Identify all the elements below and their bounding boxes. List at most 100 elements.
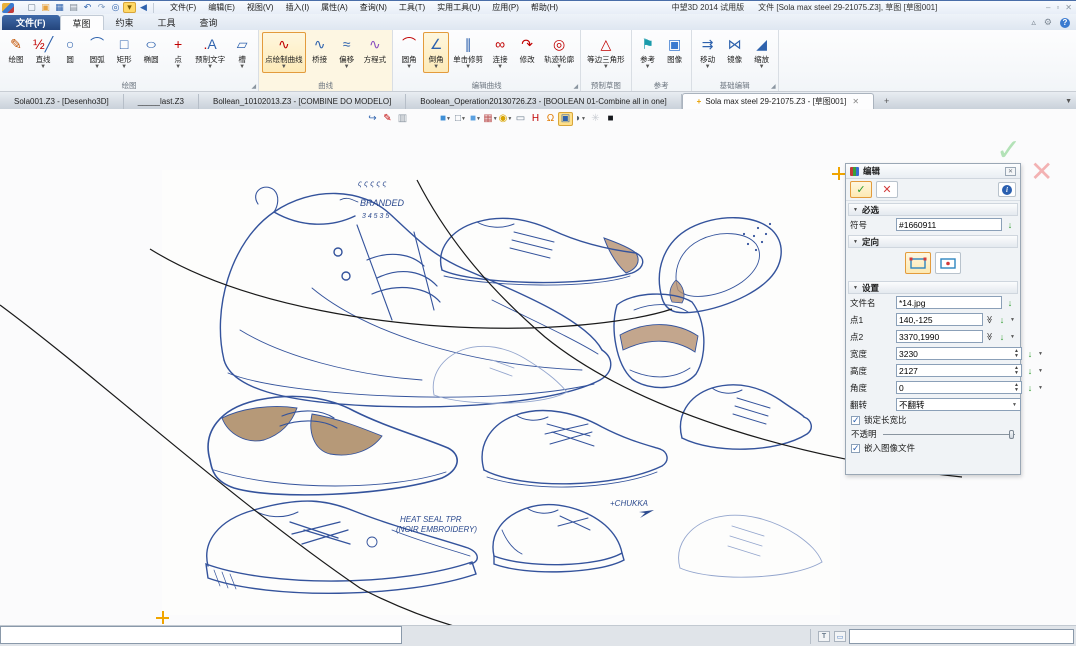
ribbon-button-equilateral-triangle[interactable]: △等边三角形▼ xyxy=(584,32,628,73)
minimize-button[interactable]: – xyxy=(1046,3,1050,12)
menu-item-2[interactable]: 视图(V) xyxy=(242,1,279,14)
symbol-input[interactable] xyxy=(896,218,1002,231)
collapse-left-button[interactable]: ◀ xyxy=(137,2,150,14)
ribbon-button-arc[interactable]: ⌒圆弧▼ xyxy=(84,32,110,73)
status-input[interactable] xyxy=(849,629,1074,644)
ribbon-button-fillet[interactable]: ⌒圆角▼ xyxy=(396,32,422,73)
print-button[interactable]: ▤ xyxy=(67,2,80,14)
cancel-x-icon[interactable]: ✕ xyxy=(1030,155,1053,188)
window-prompt-icon[interactable]: ▭ xyxy=(834,631,846,642)
document-tab-1[interactable]: _____last.Z3 xyxy=(124,94,199,109)
opacity-slider[interactable] xyxy=(883,434,1015,435)
close-button[interactable]: ✕ xyxy=(1065,3,1072,12)
expand-chevron-icon[interactable]: ≫ xyxy=(985,315,994,324)
h-beam-button[interactable]: H xyxy=(528,112,543,126)
ribbon-button-chamfer[interactable]: ∠倒角▼ xyxy=(423,32,449,73)
grid-display-button[interactable]: ▦▼ xyxy=(483,112,498,126)
collapse-ribbon-icon[interactable]: ▵ xyxy=(1031,17,1036,28)
background-swatch-button[interactable]: ■ xyxy=(603,112,618,126)
section-required[interactable]: ▼ 必选 xyxy=(848,203,1018,216)
panel-close-icon[interactable]: ✕ xyxy=(1005,167,1016,176)
lock-aspect-checkbox[interactable] xyxy=(851,416,860,425)
pick-value-icon[interactable]: ↓ xyxy=(996,315,1008,325)
orient-corner-points-button[interactable] xyxy=(905,252,931,274)
document-tab-4[interactable]: +Sola max steel 29-21075.Z3 - [草图001]✕ xyxy=(682,93,874,109)
menu-item-9[interactable]: 帮助(H) xyxy=(526,1,563,14)
menu-item-6[interactable]: 工具(T) xyxy=(394,1,430,14)
menu-item-8[interactable]: 应用(P) xyxy=(487,1,524,14)
ribbon-button-image[interactable]: ▣图像 xyxy=(662,32,688,73)
dropdown-caret-icon[interactable]: ▼ xyxy=(1038,351,1044,357)
dropdown-caret-icon[interactable]: ▼ xyxy=(1010,334,1016,340)
ribbon-button-modify[interactable]: ↷修改 xyxy=(514,32,540,73)
expand-chevron-icon[interactable]: ≫ xyxy=(985,332,994,341)
cancel-button[interactable]: ✕ xyxy=(876,181,898,198)
shell-display-button[interactable]: ◗▼ xyxy=(573,112,588,126)
curve-endpoint-marker[interactable] xyxy=(156,611,169,624)
tab-list-icon[interactable]: ▼ xyxy=(1065,98,1072,105)
ribbon-button-point-curve[interactable]: ∿点绘制曲线▼ xyxy=(262,32,306,73)
dialog-launcher-icon[interactable]: ◢ xyxy=(252,83,257,90)
ribbon-button-bridge-curve[interactable]: ∿桥接 xyxy=(307,32,333,73)
ribbon-button-point[interactable]: +点▼ xyxy=(165,32,191,73)
section-view-button[interactable]: ◉▼ xyxy=(498,112,513,126)
menu-item-7[interactable]: 实用工具(U) xyxy=(432,1,485,14)
embed-image-checkbox[interactable] xyxy=(851,444,860,453)
ribbon-button-trace-profile[interactable]: ◎轨迹轮廓▼ xyxy=(541,32,577,73)
help-icon[interactable]: ? xyxy=(1060,18,1070,28)
pick-value-icon[interactable]: ↓ xyxy=(1024,383,1036,393)
render-mode-button[interactable]: ✳ xyxy=(588,112,603,126)
lamp-button[interactable]: Ω xyxy=(543,112,558,126)
menu-item-1[interactable]: 编辑(E) xyxy=(203,1,240,14)
undo-button[interactable]: ↶ xyxy=(81,2,94,14)
dropdown-caret-icon[interactable]: ▼ xyxy=(1010,317,1016,323)
exit-sketch-button[interactable]: ↪ xyxy=(365,112,380,126)
section-orientation[interactable]: ▼ 定向 xyxy=(848,235,1018,248)
text-filter-icon[interactable]: T xyxy=(818,631,830,642)
sketch-canvas[interactable]: ς ς ς ς ς BRANDED 3 4 5 3 5 · HEAT SEAL … xyxy=(0,109,1076,625)
settings-gear-icon[interactable]: ⚙ xyxy=(1044,17,1052,28)
file-menu-button[interactable]: 文件(F) xyxy=(2,15,60,30)
layer-display-button[interactable]: ▣ xyxy=(558,112,573,126)
ribbon-button-connect[interactable]: ∞连接▼ xyxy=(487,32,513,73)
ribbon-button-ellipse[interactable]: ○椭圆 xyxy=(138,32,164,73)
dropdown-caret-icon[interactable]: ▼ xyxy=(1038,368,1044,374)
info-button[interactable]: i xyxy=(998,182,1016,197)
ribbon-button-sketch-pencil[interactable]: ✎绘图 xyxy=(3,32,29,73)
ribbon-button-rectangle[interactable]: □矩形▼ xyxy=(111,32,137,73)
menu-item-3[interactable]: 插入(I) xyxy=(281,1,315,14)
style-dropdown-button[interactable]: ▾ xyxy=(123,2,136,13)
ribbon-tab-1[interactable]: 约束 xyxy=(104,15,146,30)
dialog-launcher-icon[interactable]: ◢ xyxy=(771,83,776,90)
spinner-control[interactable]: ▲▼ xyxy=(1012,382,1021,394)
ok-button[interactable]: ✓ xyxy=(850,181,872,198)
pick-value-icon[interactable]: ↓ xyxy=(1024,366,1036,376)
spinner-control[interactable]: ▲▼ xyxy=(1012,365,1021,377)
document-tab-3[interactable]: Boolean_Operation20130726.Z3 - [BOOLEAN … xyxy=(406,94,681,109)
ribbon-button-half-line[interactable]: ½╱直线▼ xyxy=(30,32,56,73)
wireframe-display-button[interactable]: □▼ xyxy=(453,112,468,126)
new-file-button[interactable]: ▢ xyxy=(25,2,38,14)
erase-button[interactable]: ✎ xyxy=(380,112,395,126)
redo-button[interactable]: ↷ xyxy=(95,2,108,14)
ribbon-button-preset-text[interactable]: .A预制文字▼ xyxy=(192,32,228,73)
menu-item-0[interactable]: 文件(F) xyxy=(165,1,201,14)
bearing-column-button[interactable]: ▥ xyxy=(395,112,410,126)
ribbon-button-equation-curve[interactable]: ∿方程式 xyxy=(361,32,390,73)
save-button[interactable]: ▦ xyxy=(53,2,66,14)
pick-value-icon[interactable]: ↓ xyxy=(1004,220,1016,230)
ribbon-button-circle[interactable]: ○圆 xyxy=(57,32,83,73)
ribbon-button-mirror[interactable]: ⋈镜像 xyxy=(722,32,748,73)
screen-view-button[interactable]: ▭ xyxy=(513,112,528,126)
menu-item-4[interactable]: 属性(A) xyxy=(316,1,353,14)
dialog-launcher-icon[interactable]: ◢ xyxy=(574,83,579,90)
edit-panel-titlebar[interactable]: 编辑 ✕ xyxy=(846,164,1020,179)
view-plane-button[interactable]: ■▼ xyxy=(468,112,483,126)
pick-value-icon[interactable]: ↓ xyxy=(1004,298,1016,308)
angle-input[interactable] xyxy=(897,382,1012,393)
command-input[interactable] xyxy=(0,626,402,644)
ribbon-button-move[interactable]: ⇉移动▼ xyxy=(695,32,721,73)
close-tab-icon[interactable]: ✕ xyxy=(852,97,859,106)
point1-input[interactable] xyxy=(896,313,983,326)
ribbon-button-single-click-trim[interactable]: ∥单击修剪▼ xyxy=(450,32,486,73)
